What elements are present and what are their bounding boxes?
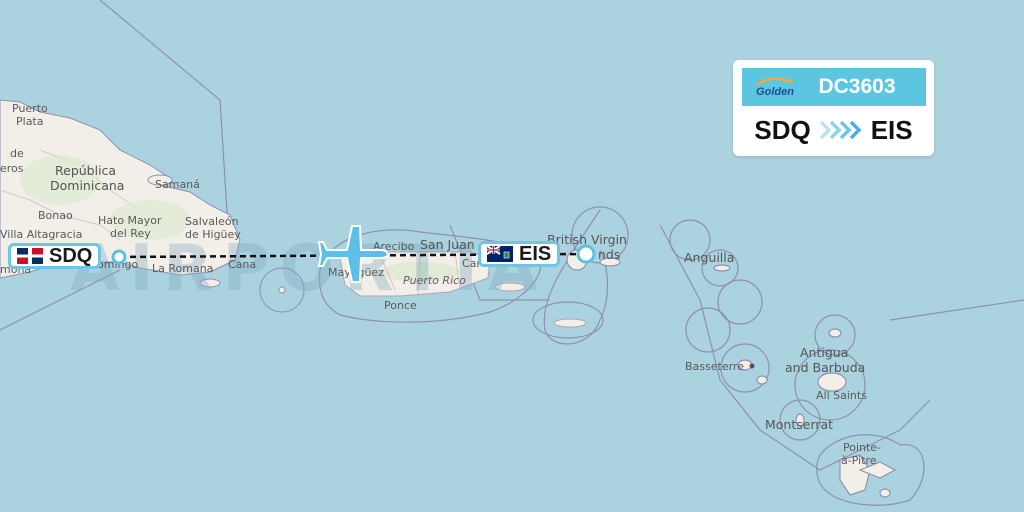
british-virgin-islands-flag-icon: [487, 246, 513, 262]
airline-logo-text: Golden: [756, 85, 794, 98]
origin-airport-marker-icon[interactable]: [111, 249, 127, 265]
place-de: de: [10, 147, 24, 160]
place-pointe: Pointe-: [843, 441, 881, 454]
route-origin: SDQ: [754, 114, 811, 145]
place-basseterre: Basseterre: [685, 360, 744, 373]
place-antigua: Antigua: [800, 345, 848, 360]
origin-airport-code: SDQ: [49, 244, 93, 267]
airline-logo-swoosh-icon: [756, 77, 794, 86]
place-san-juan: San Juan: [420, 237, 475, 252]
place-montserrat: Montserrat: [765, 417, 833, 432]
place-puerto-plata-2: Plata: [16, 115, 43, 128]
place-samana: Samaná: [155, 178, 200, 191]
route-chevrons-icon: [819, 120, 862, 140]
place-anguilla: Anguilla: [684, 250, 734, 265]
flight-number: DC3603: [818, 75, 896, 98]
origin-airport-label[interactable]: SDQ: [8, 243, 102, 269]
place-puerto-rico: Puerto Rico: [403, 274, 466, 287]
place-puerto-plata: Puerto: [12, 102, 48, 115]
place-ponce: Ponce: [384, 299, 417, 312]
flight-info-header: Golden DC3603: [742, 68, 926, 106]
flight-info-card[interactable]: Golden DC3603 SDQ EIS: [733, 60, 934, 156]
place-bvi-2: nds: [598, 247, 620, 262]
place-a-pitre: à-Pitre: [841, 454, 877, 467]
destination-airport-label[interactable]: EIS: [478, 241, 561, 267]
place-salvaleon: Salvaleón: [185, 215, 239, 228]
place-villa-altagracia: Villa Altagracia: [0, 228, 82, 241]
place-dominicana: Dominicana: [50, 178, 124, 193]
place-bonao: Bonao: [38, 209, 73, 222]
place-del-rey: del Rey: [110, 227, 151, 240]
place-republica: República: [55, 163, 116, 178]
place-eros: eros: [0, 162, 24, 175]
place-and-barbuda: and Barbuda: [785, 360, 865, 375]
airline-logo: Golden: [752, 74, 798, 100]
destination-airport-marker-icon[interactable]: [576, 244, 596, 264]
route-destination: EIS: [870, 114, 913, 145]
place-all-saints: All Saints: [816, 389, 867, 402]
flight-route: SDQ EIS: [733, 110, 934, 150]
place-la-romana: La Romana: [152, 262, 213, 275]
destination-airport-code: EIS: [519, 242, 552, 265]
place-cana: Cana: [228, 258, 256, 271]
basseterre-dot-icon: [749, 363, 755, 369]
place-de-higuey: de Higüey: [185, 228, 241, 241]
place-hato-mayor: Hato Mayor: [98, 214, 162, 227]
dominican-republic-flag-icon: [17, 248, 43, 264]
